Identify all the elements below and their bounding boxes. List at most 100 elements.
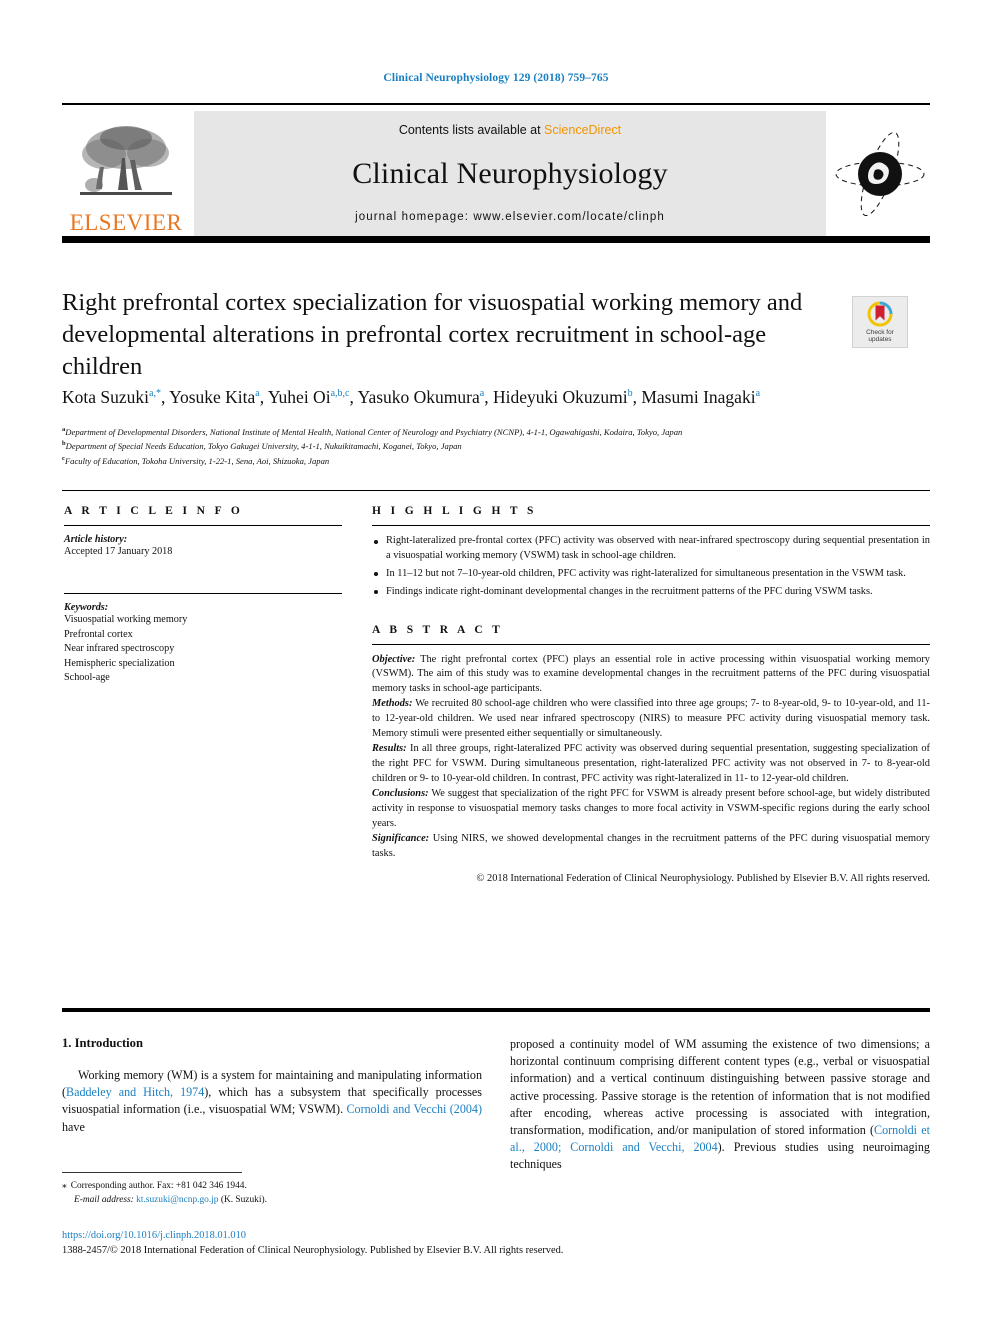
email-label: E-mail address:: [74, 1194, 134, 1205]
article-history-label: Article history:: [64, 534, 128, 545]
affiliation-item: aDepartment of Developmental Disorders, …: [62, 425, 942, 439]
author-affil-mark: a,b,c: [330, 388, 350, 400]
abstract-section-text: In all three groups, right-lateralized P…: [372, 743, 930, 785]
article-info-column: A R T I C L E I N F O Article history: A…: [64, 505, 342, 686]
highlights-abstract-column: H I G H L I G H T S Right-lateralized pr…: [372, 505, 930, 887]
title-block: Right prefrontal cortex specialization f…: [62, 287, 930, 383]
abstract-section-text: The right prefrontal cortex (PFC) plays …: [372, 653, 930, 695]
abstract-section-text: We recruited 80 school-age children who …: [372, 698, 930, 740]
journal-title: Clinical Neurophysiology: [352, 157, 668, 190]
author: Masumi Inagakia: [641, 387, 760, 407]
list-item: Right-lateralized pre-frontal cortex (PF…: [372, 534, 930, 564]
contents-available-line: Contents lists available at ScienceDirec…: [399, 123, 621, 137]
author: Hideyuki Okuzumib: [493, 387, 633, 407]
abstract-section-text: We suggest that specialization of the ri…: [372, 788, 930, 830]
paper-page: Clinical Neurophysiology 129 (2018) 759–…: [0, 0, 992, 1323]
email-link[interactable]: kt.suzuki@ncnp.go.jp: [136, 1195, 218, 1205]
contents-prefix: Contents lists available at: [398, 123, 545, 137]
crossmark-icon: [867, 301, 893, 327]
author-affil-mark: a,*: [149, 388, 161, 400]
keyword-item: Hemispheric specialization: [64, 657, 175, 669]
affiliation-text: Department of Special Needs Education, T…: [65, 441, 462, 452]
abstract-copyright: © 2018 International Federation of Clini…: [476, 873, 930, 885]
crossmark-badge[interactable]: Check for updates: [852, 296, 908, 348]
abstract-body: Objective: The right prefrontal cortex (…: [372, 653, 930, 888]
highlights-heading: H I G H L I G H T S: [372, 505, 537, 517]
keyword-item: Prefrontal cortex: [64, 628, 133, 640]
email-line: E-mail address: kt.suzuki@ncnp.go.jp (K.…: [62, 1194, 482, 1208]
author-name: Hideyuki Okuzumi: [492, 387, 628, 407]
author-affil-mark: a: [255, 388, 260, 400]
metadata-top-rule: [62, 490, 930, 491]
abstract-section: Significance: Using NIRS, we showed deve…: [372, 832, 930, 862]
body-column-right: proposed a continuity model of WM assumi…: [510, 1036, 930, 1173]
affiliation-item: bDepartment of Special Needs Education, …: [62, 439, 942, 453]
abstract-section: Results: In all three groups, right-late…: [372, 742, 930, 787]
list-item: Findings indicate right-dominant develop…: [372, 585, 930, 600]
body-text-part: proposed a continuity model of WM assumi…: [510, 1037, 930, 1137]
abstract-rule: [372, 643, 930, 645]
citation-link[interactable]: Cornoldi and Vecchi (2004): [346, 1102, 482, 1116]
abstract-section-label: Significance:: [372, 833, 430, 845]
footer-block: https://doi.org/10.1016/j.clinph.2018.01…: [62, 1228, 930, 1258]
author: Yasuko Okumuraa: [358, 387, 485, 407]
running-head: Clinical Neurophysiology 129 (2018) 759–…: [383, 72, 609, 84]
author: Kota Suzukia,*: [62, 387, 161, 407]
body-top-rule: [62, 1008, 930, 1012]
issn-copyright-line: 1388-2457/© 2018 International Federatio…: [62, 1245, 564, 1257]
email-suffix: (K. Suzuki).: [220, 1194, 267, 1205]
crossmark-line1: Check for: [866, 328, 894, 336]
list-item: In 11–12 but not 7–10-year-old children,…: [372, 567, 930, 582]
keywords-label: Keywords:: [64, 602, 109, 614]
affiliation-list: aDepartment of Developmental Disorders, …: [62, 425, 942, 468]
journal-band: Contents lists available at ScienceDirec…: [194, 111, 826, 236]
body-paragraph: Working memory (WM) is a system for main…: [62, 1067, 482, 1136]
highlights-rule: [372, 525, 930, 526]
journal-emblem-icon: [835, 131, 925, 216]
affiliation-text: Faculty of Education, Tokoha University,…: [64, 455, 330, 466]
article-history-value: Accepted 17 January 2018: [64, 546, 173, 557]
abstract-section: Methods: We recruited 80 school-age chil…: [372, 697, 930, 742]
journal-emblem: [830, 111, 930, 236]
crossmark-line2: updates: [868, 336, 892, 343]
keyword-item: Near infrared spectroscopy: [64, 643, 175, 655]
elsevier-tree-icon: [80, 126, 172, 195]
footnote-rule: [62, 1172, 242, 1173]
page-title: Right prefrontal cortex specialization f…: [62, 289, 803, 380]
abstract-section: Objective: The right prefrontal cortex (…: [372, 653, 930, 698]
footnote-block: ⁎ Corresponding author. Fax: +81 042 346 …: [62, 1180, 482, 1208]
author-list: Kota Suzukia,*, Yosuke Kitaa, Yuhei Oia,…: [62, 387, 761, 407]
author: Yosuke Kitaa: [169, 387, 260, 407]
corresponding-author-text: Corresponding author. Fax: +81 042 346 1…: [70, 1181, 247, 1191]
author-affil-mark: b: [627, 388, 633, 400]
highlights-list: Right-lateralized pre-frontal cortex (PF…: [372, 534, 930, 600]
affiliation-item: cFaculty of Education, Tokoha University…: [62, 454, 942, 468]
doi-link[interactable]: https://doi.org/10.1016/j.clinph.2018.01…: [62, 1228, 930, 1243]
masthead-bottom-rule: [62, 236, 930, 243]
sciencedirect-link[interactable]: ScienceDirect: [544, 123, 621, 137]
keyword-item: School-age: [64, 672, 110, 684]
abstract-section-label: Objective:: [372, 653, 416, 665]
keywords-rule: [64, 593, 342, 595]
author-name: Kota Suzuki: [62, 387, 150, 407]
crossmark-label: Check for updates: [866, 329, 894, 344]
author: Yuhei Oia,b,c: [268, 387, 350, 407]
author-name: Yosuke Kita: [169, 387, 256, 407]
journal-masthead: ELSEVIER Contents lists available at Sci…: [62, 103, 930, 236]
author-affil-mark: a: [479, 388, 485, 400]
article-history-block: Article history: Accepted 17 January 201…: [64, 534, 342, 559]
corresponding-author-line: ⁎ Corresponding author. Fax: +81 042 346 …: [62, 1180, 482, 1194]
section-heading-introduction: 1. Introduction: [62, 1036, 143, 1050]
footnote-star-icon: ⁎: [62, 1181, 67, 1191]
abstract-heading: A B S T R A C T: [372, 623, 504, 636]
body-column-left: 1. Introduction Working memory (WM) is a…: [62, 1036, 482, 1136]
citation-link[interactable]: Baddeley and Hitch, 1974: [66, 1085, 204, 1099]
elsevier-logo: ELSEVIER: [62, 111, 190, 236]
abstract-section-label: Results:: [372, 743, 407, 755]
journal-homepage[interactable]: journal homepage: www.elsevier.com/locat…: [355, 211, 665, 223]
abstract-section-label: Methods:: [372, 698, 413, 710]
affiliation-text: Department of Developmental Disorders, N…: [65, 426, 683, 437]
author-name: Yuhei Oi: [267, 387, 331, 407]
elsevier-wordmark: ELSEVIER: [69, 210, 183, 235]
author-name: Yasuko Okumura: [357, 387, 480, 407]
